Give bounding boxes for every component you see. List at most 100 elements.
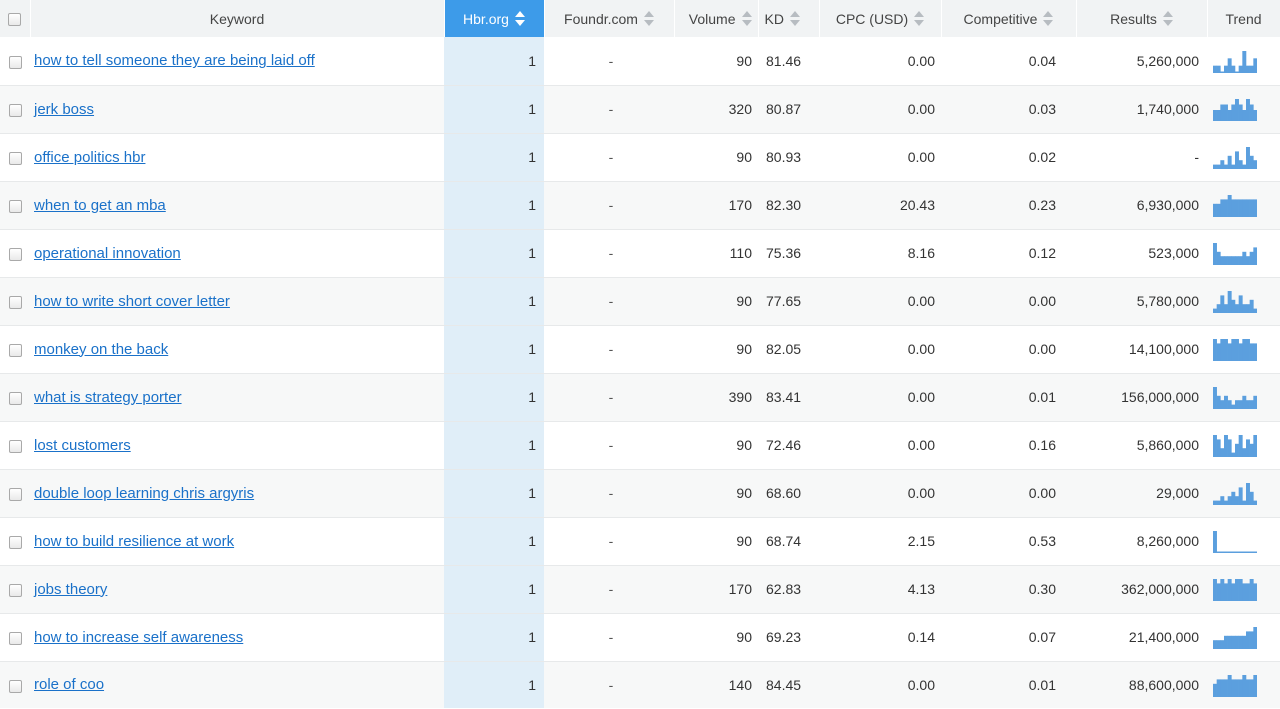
sort-icon[interactable] — [789, 11, 800, 26]
trend-bar — [1253, 674, 1257, 697]
row-checkbox[interactable] — [8, 151, 22, 165]
keyword-link[interactable]: jerk boss — [34, 101, 94, 118]
table-row: jobs theory 1 - 170 62.83 4.13 0.30 362,000,000 — [0, 565, 1280, 613]
row-checkbox[interactable] — [8, 295, 22, 309]
sort-icon[interactable] — [741, 11, 752, 26]
keyword-link[interactable]: role of coo — [34, 676, 104, 693]
trend-bar — [1249, 443, 1254, 457]
trend-sparkline — [1213, 243, 1257, 265]
results-column-header[interactable]: Results — [1076, 0, 1208, 37]
select-all-header — [0, 0, 31, 37]
keyword-link[interactable]: how to build resilience at work — [34, 533, 234, 550]
keyword-link[interactable]: what is strategy porter — [34, 389, 182, 406]
row-checkbox[interactable] — [8, 535, 22, 549]
sort-icon[interactable] — [914, 11, 925, 26]
trend-bar — [1238, 679, 1243, 697]
trend-bar — [1253, 247, 1257, 265]
foundr-position-cell: - — [608, 533, 614, 549]
trend-bar — [1224, 199, 1228, 217]
trend-bar — [1216, 304, 1221, 313]
trend-bar — [1227, 155, 1232, 169]
hbr-column-header[interactable]: Hbr.org — [444, 0, 545, 37]
sort-icon[interactable] — [514, 11, 525, 26]
keyword-link[interactable]: jobs theory — [34, 581, 107, 598]
trend-bar — [1220, 256, 1225, 265]
competitive-cell: 0.23 — [1028, 197, 1056, 213]
cpc-cell: 8.16 — [907, 245, 935, 261]
kd-column-header[interactable]: KD — [758, 0, 820, 37]
trend-bar — [1227, 110, 1232, 121]
keyword-link[interactable]: how to write short cover letter — [34, 293, 230, 310]
trend-bar — [1242, 304, 1247, 313]
trend-bar — [1224, 500, 1228, 505]
sort-icon[interactable] — [1162, 11, 1173, 26]
trend-bar — [1231, 551, 1236, 553]
trend-cell — [1207, 85, 1280, 133]
hbr-position-cell: 1 — [444, 421, 544, 469]
volume-column-header[interactable]: Volume — [674, 0, 759, 37]
trend-bar — [1213, 500, 1217, 505]
keyword-header[interactable]: Keyword — [30, 0, 445, 37]
trend-bar — [1220, 199, 1225, 217]
row-select-cell — [0, 517, 30, 565]
keyword-link[interactable]: operational innovation — [34, 245, 181, 262]
row-select-cell — [0, 181, 30, 229]
row-select-cell — [0, 37, 30, 85]
hbr-position-cell: 1 — [444, 133, 544, 181]
trend-bar — [1231, 404, 1236, 409]
foundr-column-header[interactable]: Foundr.com — [544, 0, 675, 37]
trend-bar — [1235, 151, 1239, 169]
row-checkbox[interactable] — [8, 391, 22, 405]
keyword-link[interactable]: how to increase self awareness — [34, 629, 243, 646]
kd-cell: 75.36 — [766, 245, 802, 261]
row-checkbox[interactable] — [8, 583, 22, 597]
trend-bar — [1249, 400, 1254, 409]
competitive-column-header[interactable]: Competitive — [941, 0, 1077, 37]
row-checkbox[interactable] — [8, 679, 22, 693]
row-checkbox[interactable] — [8, 487, 22, 501]
trend-bar — [1227, 496, 1232, 505]
row-select-cell — [0, 229, 30, 277]
trend-bar — [1242, 50, 1247, 73]
trend-bar — [1227, 291, 1232, 313]
trend-bar — [1235, 256, 1239, 265]
trend-bar — [1224, 256, 1228, 265]
sort-icon[interactable] — [643, 11, 654, 26]
row-checkbox[interactable] — [8, 247, 22, 261]
trend-bar — [1220, 640, 1225, 649]
volume-cell: 320 — [728, 101, 752, 117]
row-checkbox[interactable] — [8, 439, 22, 453]
trend-bar — [1220, 551, 1225, 553]
keyword-cell: operational innovation — [30, 229, 444, 277]
keyword-link[interactable]: monkey on the back — [34, 341, 168, 358]
row-checkbox[interactable] — [8, 631, 22, 645]
trend-bar — [1227, 439, 1232, 457]
select-all-checkbox[interactable] — [8, 13, 22, 27]
keyword-link[interactable]: lost customers — [34, 437, 131, 454]
trend-cell — [1207, 277, 1280, 325]
row-checkbox[interactable] — [8, 103, 22, 117]
keyword-link[interactable]: how to tell someone they are being laid … — [34, 52, 315, 69]
keyword-link[interactable]: office politics hbr — [34, 149, 145, 166]
keyword-link[interactable]: when to get an mba — [34, 197, 166, 214]
trend-bar — [1249, 65, 1254, 73]
trend-bar — [1253, 199, 1257, 217]
hbr-position-cell: 1 — [444, 469, 544, 517]
row-checkbox[interactable] — [8, 55, 22, 69]
trend-bar — [1224, 583, 1228, 601]
row-checkbox[interactable] — [8, 199, 22, 213]
trend-column-header: Trend — [1207, 0, 1280, 37]
row-checkbox[interactable] — [8, 343, 22, 357]
hbr-position-cell: 1 — [444, 565, 544, 613]
trend-bar — [1242, 551, 1247, 553]
trend-bar — [1235, 579, 1239, 601]
sort-icon[interactable] — [1043, 11, 1054, 26]
cpc-column-header[interactable]: CPC (USD) — [819, 0, 942, 37]
volume-cell: 90 — [736, 629, 752, 645]
keyword-cell: when to get an mba — [30, 181, 444, 229]
keyword-link[interactable]: double loop learning chris argyris — [34, 485, 254, 502]
table-row: office politics hbr 1 - 90 80.93 0.00 0.02 - — [0, 133, 1280, 181]
volume-cell: 90 — [736, 341, 752, 357]
trend-sparkline — [1213, 483, 1257, 505]
row-select-cell — [0, 613, 30, 661]
